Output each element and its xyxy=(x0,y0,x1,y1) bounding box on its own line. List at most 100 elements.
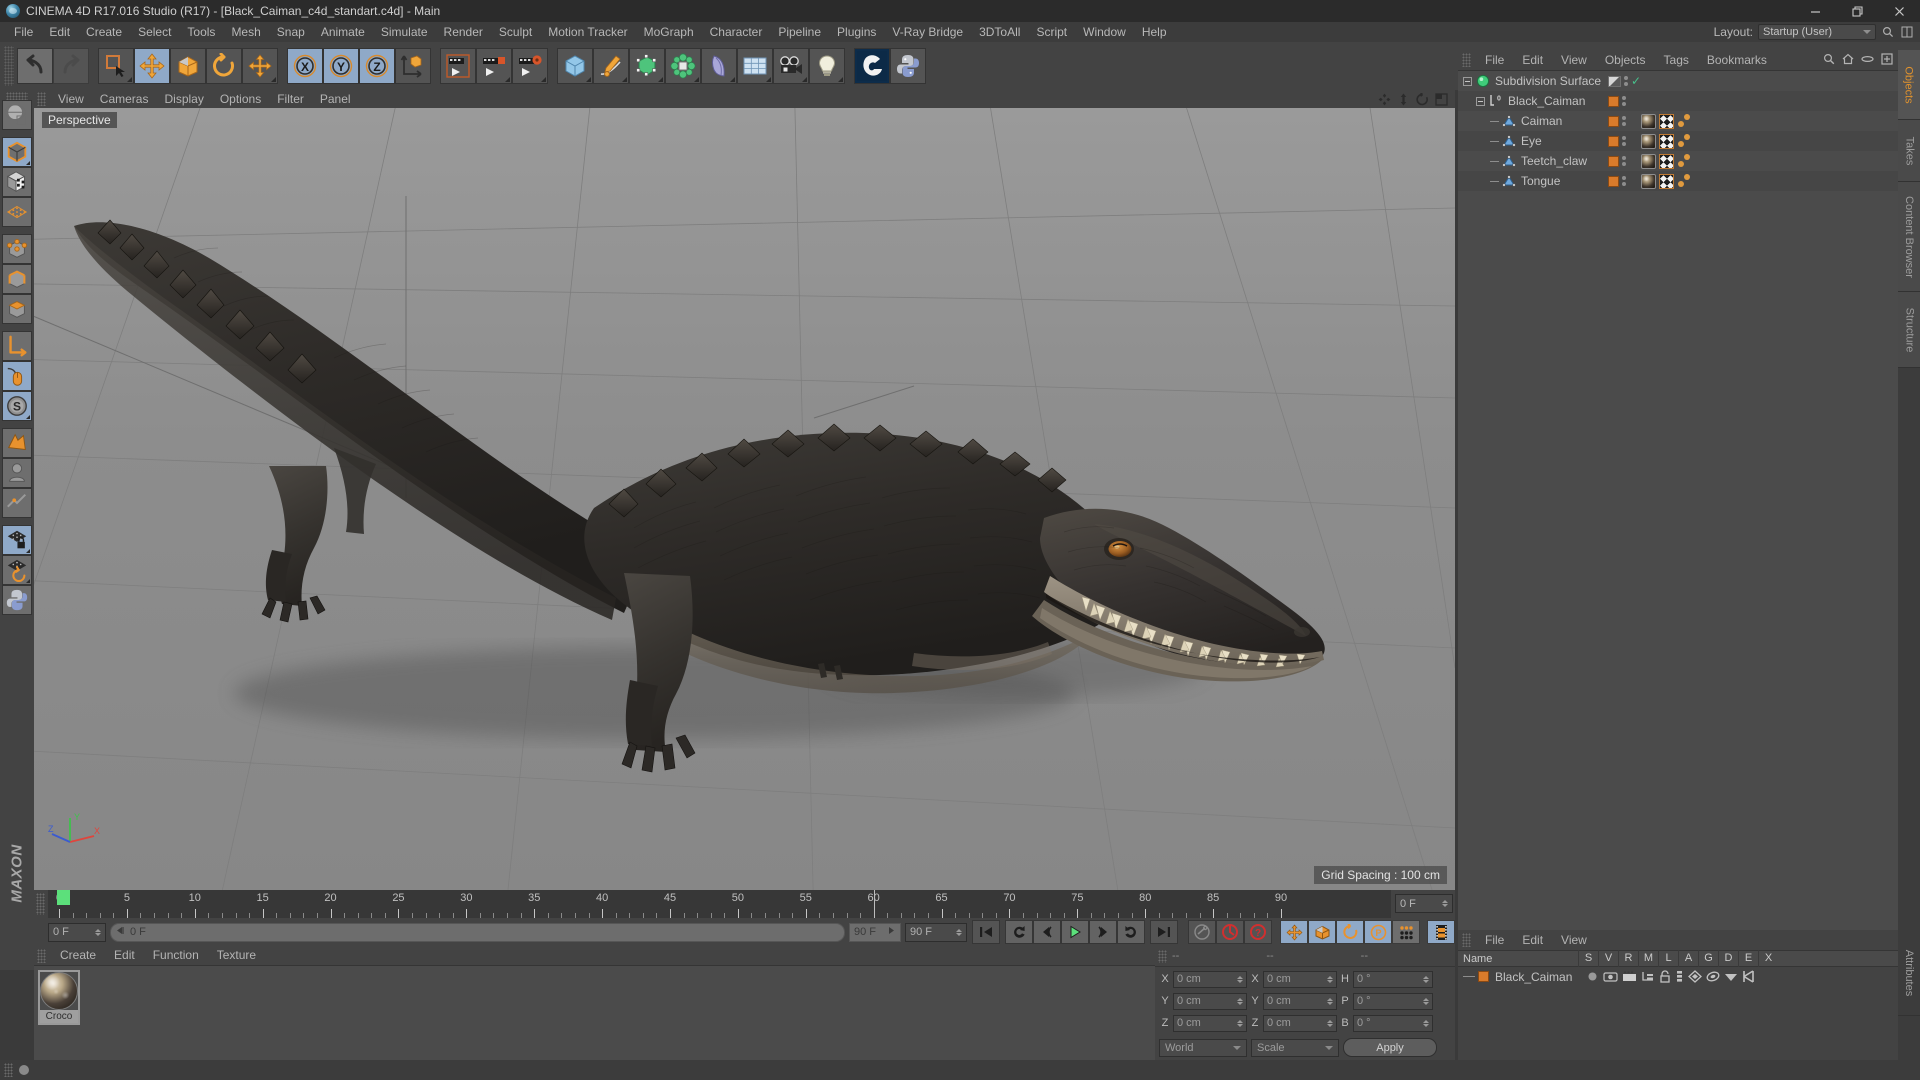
layer-col-s[interactable]: S xyxy=(1578,950,1598,967)
size-z-field[interactable]: 0 cm xyxy=(1263,1014,1337,1032)
layer-color-swatch[interactable] xyxy=(1608,115,1619,127)
selection-tag-icon[interactable] xyxy=(1677,113,1692,129)
pan-view-icon[interactable] xyxy=(1378,93,1391,106)
render-settings-button[interactable] xyxy=(512,48,548,84)
left-toolbar-grip[interactable] xyxy=(6,92,28,100)
selection-tag-icon[interactable] xyxy=(1677,173,1692,189)
position-y-field[interactable]: 0 cm xyxy=(1173,992,1247,1010)
light-button[interactable] xyxy=(809,48,845,84)
keyframe-position-button[interactable] xyxy=(1280,920,1308,944)
tab-takes[interactable]: Takes xyxy=(1898,120,1920,182)
snap-settings-button[interactable]: S xyxy=(2,391,32,421)
spinner-icon[interactable] xyxy=(1442,900,1448,907)
size-y-field[interactable]: 0 cm xyxy=(1263,992,1337,1010)
visible-icon[interactable] xyxy=(1603,970,1618,983)
redo-button[interactable] xyxy=(53,48,89,84)
layer-menu-file[interactable]: File xyxy=(1476,931,1513,950)
add-layer-icon[interactable] xyxy=(1881,52,1893,68)
layer-color-swatch[interactable] xyxy=(1608,155,1619,167)
keyframe-parameter-button[interactable] xyxy=(1392,920,1420,944)
expand-collapse-icon[interactable] xyxy=(1463,76,1472,86)
object-menu-view[interactable]: View xyxy=(1552,51,1596,70)
menu-tools[interactable]: Tools xyxy=(179,22,223,42)
menu-mograph[interactable]: MoGraph xyxy=(636,22,702,42)
z-axis-lock-button[interactable]: Z xyxy=(359,48,395,84)
world-object-coord-button[interactable] xyxy=(395,48,431,84)
menu-character[interactable]: Character xyxy=(702,22,771,42)
position-x-field[interactable]: 0 cm xyxy=(1173,970,1247,988)
minimize-button[interactable] xyxy=(1794,0,1836,22)
material-menu-grip[interactable] xyxy=(37,948,46,963)
dolly-view-icon[interactable] xyxy=(1397,93,1410,106)
timeline-button[interactable] xyxy=(1427,920,1455,944)
menu-window[interactable]: Window xyxy=(1075,22,1134,42)
keyframe-scale-button[interactable] xyxy=(1308,920,1336,944)
render-icon[interactable] xyxy=(1622,970,1637,983)
home-icon[interactable] xyxy=(1842,53,1854,68)
texture-axis-button[interactable] xyxy=(2,100,32,130)
layer-col-d[interactable]: D xyxy=(1718,950,1738,967)
play-button[interactable] xyxy=(1061,920,1089,944)
spinner-icon[interactable] xyxy=(1327,1019,1333,1027)
enable-dots-icon[interactable] xyxy=(1624,76,1628,86)
menu-snap[interactable]: Snap xyxy=(269,22,313,42)
tab-content-browser[interactable]: Content Browser xyxy=(1898,182,1920,292)
tab-structure[interactable]: Structure xyxy=(1898,292,1920,368)
selection-tag-icon[interactable] xyxy=(1677,153,1692,169)
timeline-scrubber[interactable]: 0 F xyxy=(110,922,845,942)
object-row-caiman[interactable]: Caiman xyxy=(1458,111,1898,131)
xref-icon[interactable] xyxy=(1742,970,1755,983)
move-tool-button[interactable] xyxy=(134,48,170,84)
layout-select[interactable]: Startup (User) xyxy=(1758,24,1876,40)
transform-mode-select[interactable]: Scale xyxy=(1251,1038,1339,1057)
object-row-black-caiman[interactable]: 0 Black_Caiman xyxy=(1458,91,1898,111)
mograph-cloner-button[interactable] xyxy=(665,48,701,84)
spline-pen-button[interactable] xyxy=(593,48,629,84)
coord-system-select[interactable]: World xyxy=(1159,1038,1247,1057)
step-forward-button[interactable] xyxy=(1089,920,1117,944)
uv-tag-icon[interactable] xyxy=(1659,133,1674,149)
menu-render[interactable]: Render xyxy=(436,22,491,42)
menu-mesh[interactable]: Mesh xyxy=(223,22,268,42)
menu-vray-bridge[interactable]: V-Ray Bridge xyxy=(884,22,971,42)
display-swatch[interactable] xyxy=(1608,75,1621,87)
object-row-teetch-claw[interactable]: Teetch_claw xyxy=(1458,151,1898,171)
spinner-icon[interactable] xyxy=(1423,975,1429,983)
menu-help[interactable]: Help xyxy=(1134,22,1175,42)
rotate-view-icon[interactable] xyxy=(1416,92,1429,106)
layer-row-black-caiman[interactable]: Black_Caiman xyxy=(1458,967,1898,986)
layer-color-swatch[interactable] xyxy=(1608,135,1619,147)
keyframe-pla-button[interactable]: P xyxy=(1364,920,1392,944)
rotation-p-field[interactable]: 0 ° xyxy=(1353,992,1433,1010)
material-item-croco[interactable]: Croco xyxy=(38,970,80,1025)
viewport-menu-filter[interactable]: Filter xyxy=(269,90,312,108)
scale-tool-button[interactable] xyxy=(170,48,206,84)
menu-select[interactable]: Select xyxy=(130,22,179,42)
spinner-icon[interactable] xyxy=(95,928,101,936)
search-icon[interactable] xyxy=(1881,24,1895,40)
object-menu-file[interactable]: File xyxy=(1476,51,1513,70)
object-menu-edit[interactable]: Edit xyxy=(1513,51,1552,70)
close-button[interactable] xyxy=(1878,0,1920,22)
spinner-icon[interactable] xyxy=(1327,975,1333,983)
end-frame-field[interactable]: 90 F xyxy=(905,922,967,942)
menu-sculpt[interactable]: Sculpt xyxy=(491,22,540,42)
timeline-grip[interactable] xyxy=(36,893,45,915)
spinner-icon[interactable] xyxy=(1327,997,1333,1005)
x-axis-lock-button[interactable]: X xyxy=(287,48,323,84)
rotate-tool-button[interactable] xyxy=(206,48,242,84)
undo-button[interactable] xyxy=(17,48,53,84)
spinner-icon[interactable] xyxy=(956,928,962,936)
menu-edit[interactable]: Edit xyxy=(41,22,78,42)
menu-animate[interactable]: Animate xyxy=(313,22,373,42)
maximize-view-icon[interactable] xyxy=(1435,92,1448,106)
object-tree[interactable]: Subdivision Surface ✓ 0 Black_Caiman Cai… xyxy=(1458,70,1898,930)
material-tag-icon[interactable] xyxy=(1641,153,1656,169)
object-menu-tags[interactable]: Tags xyxy=(1655,51,1698,70)
cube-primitive-button[interactable] xyxy=(557,48,593,84)
next-key-button[interactable] xyxy=(1117,920,1145,944)
maximize-restore-button[interactable] xyxy=(1836,0,1878,22)
toolbar-grip[interactable] xyxy=(4,46,14,86)
enable-dots-icon[interactable] xyxy=(1622,136,1626,146)
layer-color-swatch[interactable] xyxy=(1608,95,1619,107)
